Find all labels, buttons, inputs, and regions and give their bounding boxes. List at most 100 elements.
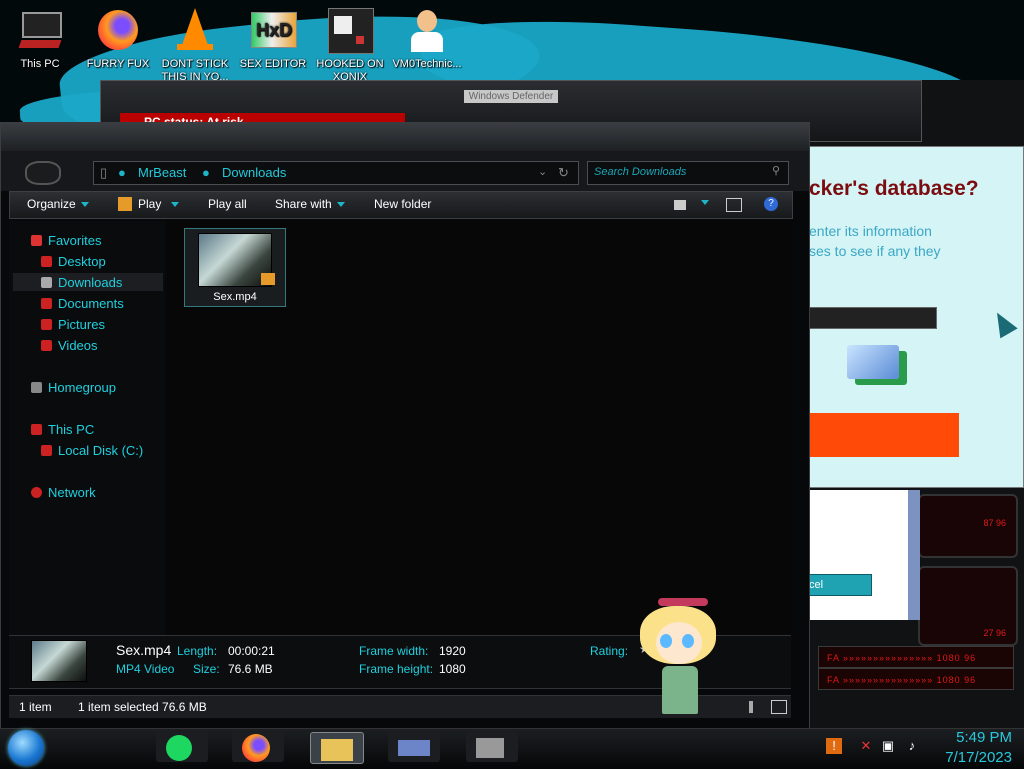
view-icon[interactable]	[674, 200, 686, 210]
scam-submit-button[interactable]	[809, 413, 959, 457]
organize-label: Organize	[27, 197, 76, 211]
sidebar-item-downloads[interactable]: Downloads	[13, 273, 163, 291]
xonix-icon	[476, 738, 504, 758]
scam-dialog[interactable]: cker's database? enter its information s…	[808, 146, 1024, 488]
search-input[interactable]: Search Downloads ⚲	[587, 161, 789, 185]
new-folder-button[interactable]: New folder	[374, 197, 431, 211]
sidebar-label: Local Disk (C:)	[58, 443, 144, 458]
firefox-icon	[242, 734, 270, 762]
sidebar-label: Network	[48, 485, 96, 500]
chevron-down-icon	[80, 202, 89, 208]
sidebar-item-homegroup[interactable]: Homegroup	[31, 380, 116, 395]
credit-card-icon	[847, 345, 899, 379]
sidebar-item-network[interactable]: Network	[31, 485, 96, 500]
chevron-down-icon	[171, 202, 180, 208]
videos-icon	[41, 340, 52, 351]
command-bar: Organize Play Play all Share with New fo…	[9, 191, 793, 219]
desktop-icon	[41, 256, 52, 267]
sidebar-label: Downloads	[58, 275, 123, 290]
hxd-editor-icon: HxD	[249, 6, 297, 54]
status-item-count: 1 item	[19, 700, 52, 714]
refresh-icon[interactable]: ↻	[558, 165, 569, 181]
address-bar[interactable]: ▯ ● MrBeast ● Downloads ⌄ ↻	[93, 161, 579, 185]
sidebar-item-local-disk[interactable]: Local Disk (C:)	[41, 443, 143, 458]
desktop-icon-label: FURRY FUX	[86, 58, 150, 70]
scam-dialog-lower: cel	[808, 490, 920, 620]
play-button[interactable]: Play	[118, 197, 180, 211]
system-clock[interactable]: 5:49 PM 7/17/2023	[934, 728, 1012, 768]
taskbar-file-explorer[interactable]	[310, 732, 364, 764]
play-all-button[interactable]: Play all	[208, 197, 247, 211]
taskbar-spotify[interactable]	[156, 732, 208, 762]
desktop-icon-dont-stick[interactable]: DONT STICK THIS IN YO...	[159, 6, 231, 84]
computer-icon	[31, 424, 42, 435]
desktop-icon-furry-fux[interactable]: FURRY FUX	[82, 6, 154, 71]
downloads-icon	[41, 277, 52, 288]
back-forward-icon[interactable]	[25, 161, 61, 185]
sidebar-label: Documents	[58, 296, 124, 311]
play-overlay-icon	[261, 273, 275, 285]
details-length-label: Length:	[177, 644, 218, 658]
taskbar-xonix[interactable]	[466, 732, 518, 762]
sidebar-label: Favorites	[48, 233, 102, 248]
separator-icon: ●	[118, 165, 126, 180]
speaker-icon[interactable]: ♪	[904, 738, 920, 754]
sidebar-item-documents[interactable]: Documents	[41, 296, 124, 311]
thumbnail-view-icon[interactable]	[771, 700, 787, 714]
separator-icon: ●	[202, 165, 210, 180]
hud-graph-panel: 87 96	[918, 494, 1018, 558]
view-options-chevron[interactable]	[696, 195, 709, 209]
status-selection: 1 item selected 76.6 MB	[78, 700, 207, 714]
file-item[interactable]: Sex.mp4	[184, 228, 286, 307]
scam-input[interactable]	[809, 307, 937, 329]
star-icon	[31, 235, 42, 246]
breadcrumb-mrbeast[interactable]: MrBeast	[138, 165, 186, 180]
preview-pane-icon[interactable]	[726, 198, 742, 212]
organize-button[interactable]: Organize	[27, 197, 89, 211]
taskbar-firefox[interactable]	[232, 732, 284, 762]
clock-date: 7/17/2023	[945, 749, 1012, 766]
sidebar-item-favorites[interactable]: Favorites	[31, 233, 101, 248]
desktop-icon-hooked-on-xonix[interactable]: HOOKED ON XONIX	[314, 6, 386, 84]
details-view-icon[interactable]	[749, 701, 753, 713]
cursor-icon	[988, 307, 1018, 339]
network-icon[interactable]: ✕	[858, 738, 874, 754]
search-icon: ⚲	[772, 165, 781, 177]
vlc-cone-icon	[171, 6, 219, 54]
breadcrumb-downloads[interactable]: Downloads	[222, 165, 286, 180]
spotify-icon	[166, 735, 192, 761]
desktop-icon-vm0technic[interactable]: VM0Technic...	[391, 6, 463, 71]
details-thumbnail	[31, 640, 87, 682]
details-rating-label: Rating:	[590, 644, 629, 658]
details-frame-width-value: 1920	[439, 644, 466, 658]
desktop-icon-this-pc[interactable]: This PC	[4, 6, 76, 71]
help-icon[interactable]: ?	[764, 197, 778, 211]
sidebar-label: Homegroup	[48, 380, 116, 395]
desktop-icon-label: SEX EDITOR	[239, 58, 307, 70]
desktop-icon-sex-editor[interactable]: HxD SEX EDITOR	[237, 6, 309, 71]
share-with-button[interactable]: Share with	[275, 197, 345, 211]
details-size-label: Size:	[193, 662, 220, 676]
window-frame	[1, 123, 809, 151]
hud-value: 27 96	[983, 628, 1006, 638]
start-button[interactable]	[8, 730, 44, 766]
homegroup-icon	[31, 382, 42, 393]
sidebar-item-desktop[interactable]: Desktop	[41, 254, 106, 269]
sidebar-item-videos[interactable]: Videos	[41, 338, 98, 353]
desktop-icon-label: This PC	[20, 58, 60, 70]
taskbar-windows-defender[interactable]	[388, 732, 440, 762]
scam-cancel-button[interactable]: cel	[808, 574, 872, 596]
hud-value: 87 96	[983, 518, 1006, 528]
documents-icon	[41, 298, 52, 309]
hud-bar: FA »»»»»»»»»»»»»»» 1080 96	[818, 668, 1014, 690]
action-center-icon[interactable]: ▣	[880, 738, 896, 754]
flag-icon[interactable]: !	[826, 738, 842, 754]
hud-graph-panel: 27 96	[918, 566, 1018, 646]
details-frame-height-label: Frame height:	[359, 662, 434, 676]
details-filename: Sex.mp4	[116, 642, 172, 658]
share-with-label: Share with	[275, 197, 332, 211]
chevron-down-icon[interactable]: ⌄	[538, 165, 547, 178]
sidebar-item-pictures[interactable]: Pictures	[41, 317, 105, 332]
sidebar-item-this-pc[interactable]: This PC	[31, 422, 94, 437]
sidebar-label: Desktop	[58, 254, 106, 269]
